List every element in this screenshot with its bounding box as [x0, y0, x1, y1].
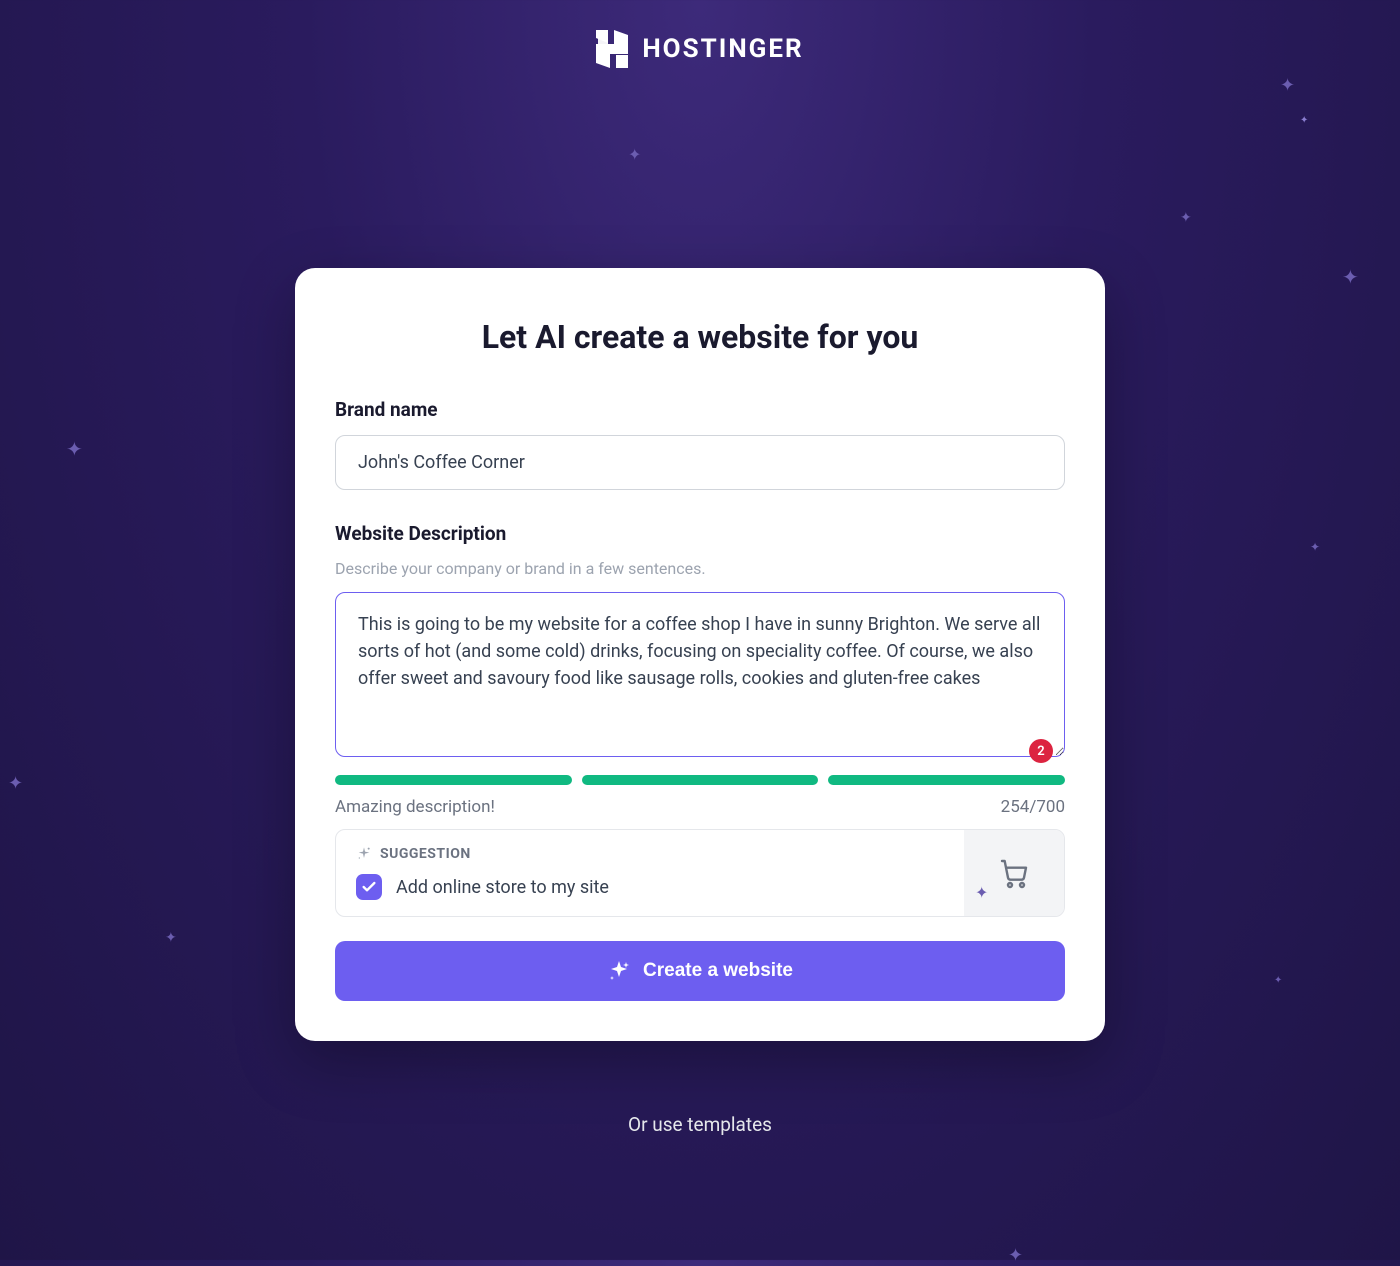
create-button-label: Create a website: [643, 960, 793, 982]
suggestion-header: SUGGESTION: [356, 846, 944, 862]
progress-bar-2: [582, 775, 819, 785]
error-count-badge[interactable]: 2: [1029, 739, 1053, 763]
suggestion-content: SUGGESTION Add online store to my site: [336, 830, 964, 916]
description-textarea-wrapper: This is going to be my website for a cof…: [335, 592, 1065, 761]
description-textarea[interactable]: This is going to be my website for a cof…: [335, 592, 1065, 757]
ai-website-card: Let AI create a website for you Brand na…: [295, 268, 1105, 1041]
star-decoration: ✦: [165, 930, 177, 946]
star-decoration: ✦: [1274, 975, 1282, 986]
suggestion-option[interactable]: Add online store to my site: [356, 874, 944, 900]
suggestion-checkbox[interactable]: [356, 874, 382, 900]
create-website-button[interactable]: Create a website: [335, 941, 1065, 1001]
star-decoration: ✦: [1342, 265, 1359, 289]
suggestion-box: SUGGESTION Add online store to my site: [335, 829, 1065, 917]
description-meta: Amazing description! 254/700: [335, 797, 1065, 817]
suggestion-text: Add online store to my site: [396, 877, 609, 898]
quality-text: Amazing description!: [335, 797, 495, 817]
sparkle-icon: [356, 846, 372, 862]
star-decoration: ✦: [628, 145, 641, 164]
star-decoration: ✦: [1008, 1245, 1023, 1266]
description-helper: Describe your company or brand in a few …: [335, 559, 1065, 578]
star-decoration: ✦: [1300, 115, 1308, 126]
description-label: Website Description: [335, 522, 1065, 545]
char-count: 254/700: [1001, 797, 1065, 817]
progress-bar-3: [828, 775, 1065, 785]
header: HOSTINGER: [0, 0, 1400, 98]
star-decoration: ✦: [1180, 210, 1192, 226]
star-decoration: ✦: [8, 773, 23, 794]
star-decoration: ✦: [66, 437, 83, 461]
progress-bar-1: [335, 775, 572, 785]
star-decoration: ✦: [1310, 540, 1320, 554]
suggestion-header-text: SUGGESTION: [380, 846, 471, 862]
hostinger-logo-icon: [596, 30, 628, 68]
templates-link[interactable]: Or use templates: [0, 1113, 1400, 1136]
brand-name-label: Brand name: [335, 398, 1065, 421]
card-title: Let AI create a website for you: [335, 318, 1065, 356]
description-progress: [335, 775, 1065, 785]
brand-name: HOSTINGER: [642, 34, 803, 64]
sparkle-icon: [607, 959, 631, 983]
brand-name-input[interactable]: [335, 435, 1065, 490]
cart-icon: [964, 830, 1064, 916]
